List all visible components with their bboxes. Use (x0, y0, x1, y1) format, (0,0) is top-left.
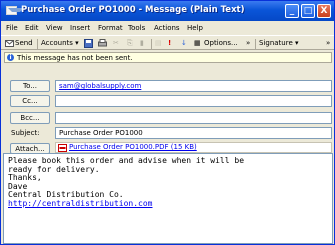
menu-bar: File Edit View Insert Format Tools Actio… (1, 22, 334, 34)
accounts-button[interactable]: Accounts ▾ (41, 39, 79, 47)
cc-button[interactable]: Cc... (10, 95, 50, 107)
save-icon[interactable] (84, 39, 93, 48)
options-button[interactable]: Options... (204, 39, 238, 47)
options-icon: ▦ (194, 39, 201, 47)
print-icon[interactable] (98, 39, 107, 48)
send-button[interactable]: Send (15, 39, 33, 47)
info-bar: i This message has not been sent. (4, 52, 332, 63)
info-message: This message has not been sent. (17, 54, 133, 62)
body-line: Thanks, (8, 173, 42, 183)
maximize-button[interactable]: □ (301, 4, 315, 18)
send-icon (5, 40, 14, 47)
toolbar-overflow-chevron[interactable]: » (246, 39, 250, 47)
menu-help[interactable]: Help (187, 24, 203, 32)
message-window: Purchase Order PO1000 - Message (Plain T… (0, 0, 335, 245)
menu-actions[interactable]: Actions (154, 24, 180, 32)
low-importance-icon[interactable]: ↓ (181, 39, 187, 47)
bcc-field[interactable] (55, 112, 332, 124)
toolbar-overflow-chevron-2[interactable]: » (326, 39, 330, 47)
close-button[interactable]: X (317, 4, 331, 18)
menu-tools[interactable]: Tools (128, 24, 145, 32)
subject-field[interactable]: Purchase Order PO1000 (55, 127, 332, 139)
cc-field[interactable] (55, 95, 332, 107)
envelope-icon (6, 6, 24, 15)
to-field[interactable]: sam@globalsupply.com (55, 80, 332, 92)
paste-icon: ▮ (140, 39, 144, 47)
bcc-button[interactable]: Bcc... (10, 112, 50, 124)
subject-value: Purchase Order PO1000 (59, 129, 143, 137)
toolbar-separator-3 (255, 39, 256, 49)
toolbar-separator (37, 39, 38, 49)
pdf-file-icon (58, 144, 67, 152)
body-url-link[interactable]: http://centraldistribution.com (8, 199, 328, 209)
address-book-icon: ▤ (155, 39, 162, 47)
body-line: ready for delivery. (8, 164, 100, 174)
cut-icon: ✂ (113, 39, 119, 47)
attachment-field[interactable]: Purchase Order PO1000.PDF (15 KB) (55, 142, 332, 153)
importance-icon[interactable]: ! (168, 39, 171, 47)
menu-insert[interactable]: Insert (70, 24, 90, 32)
toolbar: Send Accounts ▾ ✂ ⎘ ▮ ▤ ! ↓ ▦ Options...… (1, 35, 334, 50)
copy-icon: ⎘ (127, 39, 133, 47)
window-title: Purchase Order PO1000 - Message (Plain T… (21, 5, 245, 15)
to-button[interactable]: To... (10, 80, 50, 92)
signature-button[interactable]: Signature ▾ (259, 39, 299, 47)
menu-edit[interactable]: Edit (25, 24, 39, 32)
menu-file[interactable]: File (6, 24, 18, 32)
menu-format[interactable]: Format (98, 24, 123, 32)
info-icon: i (7, 54, 14, 61)
title-bar[interactable]: Purchase Order PO1000 - Message (Plain T… (1, 1, 334, 21)
attachment-link[interactable]: Purchase Order PO1000.PDF (15 KB) (69, 143, 197, 151)
toolbar-separator-2 (151, 39, 152, 49)
to-recipient[interactable]: sam@globalsupply.com (59, 82, 141, 90)
message-body[interactable]: Please book this order and advise when i… (3, 153, 333, 244)
minimize-button[interactable]: _ (285, 4, 299, 18)
subject-label: Subject: (11, 129, 40, 137)
menu-view[interactable]: View (46, 24, 63, 32)
